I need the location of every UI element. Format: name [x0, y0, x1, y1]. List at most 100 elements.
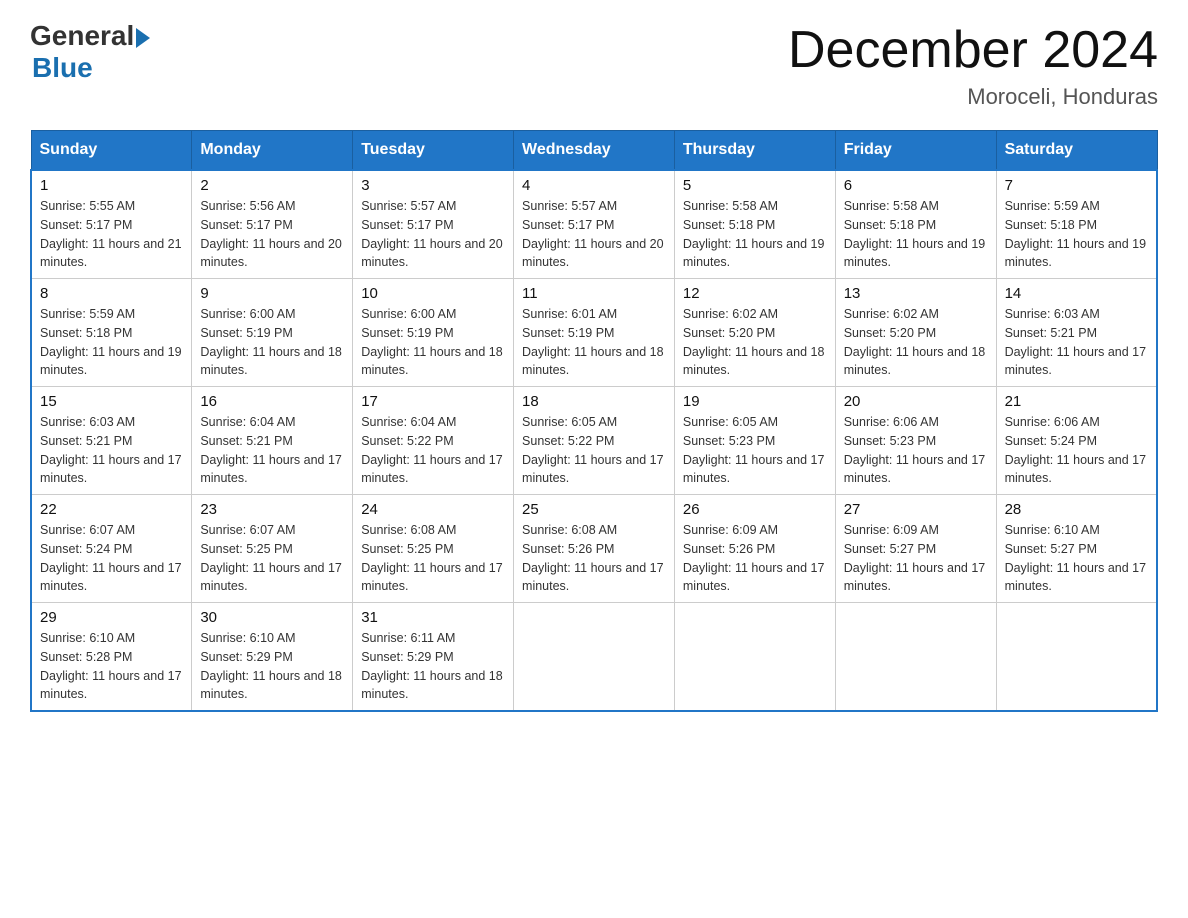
calendar-week-row: 22 Sunrise: 6:07 AMSunset: 5:24 PMDayligh… — [31, 495, 1157, 603]
day-info: Sunrise: 6:11 AMSunset: 5:29 PMDaylight:… — [361, 629, 505, 704]
calendar-subtitle: Moroceli, Honduras — [788, 84, 1158, 110]
day-info: Sunrise: 6:09 AMSunset: 5:26 PMDaylight:… — [683, 521, 827, 596]
calendar-cell: 13 Sunrise: 6:02 AMSunset: 5:20 PMDayligh… — [835, 279, 996, 387]
calendar-table: SundayMondayTuesdayWednesdayThursdayFrid… — [30, 130, 1158, 712]
day-number: 6 — [844, 177, 988, 194]
day-number: 29 — [40, 609, 183, 626]
day-number: 14 — [1005, 285, 1148, 302]
calendar-cell — [996, 603, 1157, 712]
day-info: Sunrise: 5:56 AMSunset: 5:17 PMDaylight:… — [200, 197, 344, 272]
calendar-cell: 17 Sunrise: 6:04 AMSunset: 5:22 PMDayligh… — [353, 387, 514, 495]
day-number: 22 — [40, 501, 183, 518]
header-tuesday: Tuesday — [353, 131, 514, 171]
logo: General Blue — [30, 20, 150, 84]
day-number: 19 — [683, 393, 827, 410]
logo-general: General — [30, 20, 134, 52]
header-saturday: Saturday — [996, 131, 1157, 171]
day-number: 27 — [844, 501, 988, 518]
day-info: Sunrise: 6:00 AMSunset: 5:19 PMDaylight:… — [200, 305, 344, 380]
header-sunday: Sunday — [31, 131, 192, 171]
day-info: Sunrise: 6:10 AMSunset: 5:28 PMDaylight:… — [40, 629, 183, 704]
day-number: 17 — [361, 393, 505, 410]
calendar-week-row: 1Sunrise: 5:55 AMSunset: 5:17 PMDaylight… — [31, 170, 1157, 279]
day-info: Sunrise: 5:57 AMSunset: 5:17 PMDaylight:… — [361, 197, 505, 272]
calendar-cell: 26 Sunrise: 6:09 AMSunset: 5:26 PMDayligh… — [674, 495, 835, 603]
day-number: 9 — [200, 285, 344, 302]
calendar-cell: 27 Sunrise: 6:09 AMSunset: 5:27 PMDayligh… — [835, 495, 996, 603]
calendar-cell: 3 Sunrise: 5:57 AMSunset: 5:17 PMDaylight… — [353, 170, 514, 279]
header-wednesday: Wednesday — [514, 131, 675, 171]
calendar-cell: 1Sunrise: 5:55 AMSunset: 5:17 PMDaylight… — [31, 170, 192, 279]
day-info: Sunrise: 6:08 AMSunset: 5:26 PMDaylight:… — [522, 521, 666, 596]
calendar-cell: 19 Sunrise: 6:05 AMSunset: 5:23 PMDayligh… — [674, 387, 835, 495]
day-number: 12 — [683, 285, 827, 302]
day-info: Sunrise: 6:01 AMSunset: 5:19 PMDaylight:… — [522, 305, 666, 380]
day-info: Sunrise: 5:55 AMSunset: 5:17 PMDaylight:… — [40, 197, 183, 272]
calendar-cell: 30Sunrise: 6:10 AMSunset: 5:29 PMDayligh… — [192, 603, 353, 712]
day-info: Sunrise: 6:07 AMSunset: 5:25 PMDaylight:… — [200, 521, 344, 596]
calendar-cell: 12 Sunrise: 6:02 AMSunset: 5:20 PMDayligh… — [674, 279, 835, 387]
day-info: Sunrise: 5:59 AMSunset: 5:18 PMDaylight:… — [1005, 197, 1148, 272]
day-info: Sunrise: 6:02 AMSunset: 5:20 PMDaylight:… — [683, 305, 827, 380]
day-info: Sunrise: 6:10 AMSunset: 5:29 PMDaylight:… — [200, 629, 344, 704]
day-info: Sunrise: 5:59 AMSunset: 5:18 PMDaylight:… — [40, 305, 183, 380]
calendar-title: December 2024 — [788, 20, 1158, 80]
day-info: Sunrise: 6:03 AMSunset: 5:21 PMDaylight:… — [40, 413, 183, 488]
day-number: 31 — [361, 609, 505, 626]
logo-arrow-icon — [136, 28, 150, 48]
day-number: 10 — [361, 285, 505, 302]
day-number: 26 — [683, 501, 827, 518]
calendar-cell: 22 Sunrise: 6:07 AMSunset: 5:24 PMDayligh… — [31, 495, 192, 603]
day-number: 18 — [522, 393, 666, 410]
calendar-cell: 11 Sunrise: 6:01 AMSunset: 5:19 PMDayligh… — [514, 279, 675, 387]
day-number: 3 — [361, 177, 505, 194]
calendar-cell — [674, 603, 835, 712]
calendar-cell: 15 Sunrise: 6:03 AMSunset: 5:21 PMDayligh… — [31, 387, 192, 495]
calendar-cell: 23Sunrise: 6:07 AMSunset: 5:25 PMDayligh… — [192, 495, 353, 603]
day-info: Sunrise: 6:04 AMSunset: 5:22 PMDaylight:… — [361, 413, 505, 488]
calendar-cell: 10 Sunrise: 6:00 AMSunset: 5:19 PMDayligh… — [353, 279, 514, 387]
day-number: 24 — [361, 501, 505, 518]
day-number: 8 — [40, 285, 183, 302]
day-number: 2 — [200, 177, 344, 194]
day-number: 28 — [1005, 501, 1148, 518]
calendar-cell: 18 Sunrise: 6:05 AMSunset: 5:22 PMDayligh… — [514, 387, 675, 495]
calendar-cell — [514, 603, 675, 712]
calendar-cell: 24 Sunrise: 6:08 AMSunset: 5:25 PMDayligh… — [353, 495, 514, 603]
day-number: 21 — [1005, 393, 1148, 410]
calendar-week-row: 29 Sunrise: 6:10 AMSunset: 5:28 PMDayligh… — [31, 603, 1157, 712]
day-info: Sunrise: 6:05 AMSunset: 5:22 PMDaylight:… — [522, 413, 666, 488]
calendar-cell: 4Sunrise: 5:57 AMSunset: 5:17 PMDaylight… — [514, 170, 675, 279]
page-header: General Blue December 2024 Moroceli, Hon… — [30, 20, 1158, 110]
calendar-cell: 28Sunrise: 6:10 AMSunset: 5:27 PMDayligh… — [996, 495, 1157, 603]
calendar-cell — [835, 603, 996, 712]
title-block: December 2024 Moroceli, Honduras — [788, 20, 1158, 110]
calendar-header-row: SundayMondayTuesdayWednesdayThursdayFrid… — [31, 131, 1157, 171]
day-info: Sunrise: 6:09 AMSunset: 5:27 PMDaylight:… — [844, 521, 988, 596]
day-info: Sunrise: 6:02 AMSunset: 5:20 PMDaylight:… — [844, 305, 988, 380]
calendar-cell: 25 Sunrise: 6:08 AMSunset: 5:26 PMDayligh… — [514, 495, 675, 603]
day-info: Sunrise: 6:07 AMSunset: 5:24 PMDaylight:… — [40, 521, 183, 596]
day-info: Sunrise: 6:03 AMSunset: 5:21 PMDaylight:… — [1005, 305, 1148, 380]
day-info: Sunrise: 5:58 AMSunset: 5:18 PMDaylight:… — [683, 197, 827, 272]
calendar-week-row: 8 Sunrise: 5:59 AMSunset: 5:18 PMDaylight… — [31, 279, 1157, 387]
calendar-cell: 7 Sunrise: 5:59 AMSunset: 5:18 PMDaylight… — [996, 170, 1157, 279]
day-number: 15 — [40, 393, 183, 410]
calendar-cell: 29 Sunrise: 6:10 AMSunset: 5:28 PMDayligh… — [31, 603, 192, 712]
calendar-cell: 16Sunrise: 6:04 AMSunset: 5:21 PMDayligh… — [192, 387, 353, 495]
day-number: 11 — [522, 285, 666, 302]
day-info: Sunrise: 6:00 AMSunset: 5:19 PMDaylight:… — [361, 305, 505, 380]
calendar-week-row: 15 Sunrise: 6:03 AMSunset: 5:21 PMDayligh… — [31, 387, 1157, 495]
day-number: 25 — [522, 501, 666, 518]
calendar-cell: 2 Sunrise: 5:56 AMSunset: 5:17 PMDaylight… — [192, 170, 353, 279]
calendar-cell: 31 Sunrise: 6:11 AMSunset: 5:29 PMDayligh… — [353, 603, 514, 712]
header-friday: Friday — [835, 131, 996, 171]
day-info: Sunrise: 6:05 AMSunset: 5:23 PMDaylight:… — [683, 413, 827, 488]
day-number: 13 — [844, 285, 988, 302]
calendar-cell: 9 Sunrise: 6:00 AMSunset: 5:19 PMDaylight… — [192, 279, 353, 387]
logo-blue: Blue — [32, 52, 150, 84]
day-info: Sunrise: 6:08 AMSunset: 5:25 PMDaylight:… — [361, 521, 505, 596]
day-info: Sunrise: 5:57 AMSunset: 5:17 PMDaylight:… — [522, 197, 666, 272]
day-number: 7 — [1005, 177, 1148, 194]
calendar-cell: 14 Sunrise: 6:03 AMSunset: 5:21 PMDayligh… — [996, 279, 1157, 387]
